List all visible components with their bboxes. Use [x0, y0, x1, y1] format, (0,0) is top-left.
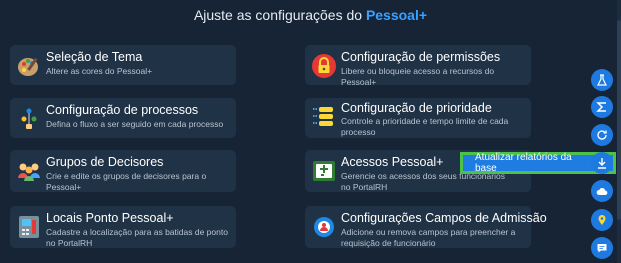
sigma-icon — [596, 102, 606, 112]
time-clock-icon — [19, 216, 39, 238]
page-title: Ajuste as configurações do Pessoal+ — [0, 7, 621, 23]
card-description: Defina o fluxo a ser seguido em cada pro… — [46, 119, 224, 129]
scrollbar-thumb[interactable] — [617, 20, 621, 220]
card-title: Configuração de prioridade — [341, 101, 492, 115]
card-permissions[interactable]: Configuração de permissões Libere ou blo… — [305, 45, 531, 87]
sum-button[interactable] — [591, 96, 613, 118]
chat-button[interactable] — [591, 237, 613, 259]
map-pin-icon — [598, 215, 606, 225]
card-title: Acessos Pessoal+ — [341, 155, 444, 169]
card-title: Seleção de Tema — [46, 50, 143, 64]
refresh-icon — [597, 130, 607, 140]
portal-access-icon — [313, 161, 335, 181]
card-description: Adicione ou remova campos para preencher… — [341, 227, 516, 248]
download-icon — [598, 158, 606, 169]
card-theme-selection[interactable]: Seleção de Tema Altere as cores do Pesso… — [10, 45, 236, 85]
card-title: Locais Ponto Pessoal+ — [46, 211, 174, 225]
card-decision-groups[interactable]: Grupos de Decisores Crie e edite os grup… — [10, 150, 236, 192]
refresh-button[interactable] — [591, 124, 613, 146]
cloud-button[interactable] — [591, 180, 613, 202]
card-processes[interactable]: Configuração de processos Defina o fluxo… — [10, 98, 236, 138]
cloud-icon — [596, 187, 608, 195]
card-description: Controle a prioridade e tempo limite de … — [341, 116, 509, 137]
card-admission-fields[interactable]: Configurações Campos de Admissão Adicion… — [305, 206, 547, 248]
card-title: Configuração de permissões — [341, 50, 501, 64]
palette-icon — [18, 57, 38, 76]
card-title: Configurações Campos de Admissão — [341, 211, 547, 225]
process-flow-icon — [21, 108, 37, 129]
card-description: Libere ou bloqueie acesso a recursos do … — [341, 66, 495, 87]
card-priority[interactable]: Configuração de prioridade Controle a pr… — [305, 98, 531, 138]
chat-icon — [597, 244, 607, 253]
priority-stack-icon — [313, 107, 333, 126]
card-description: Cadastre a localização para as batidas d… — [46, 227, 228, 248]
title-prefix: Ajuste as configurações do — [193, 7, 366, 23]
card-description: Crie e edite os grupos de decisores para… — [46, 171, 207, 192]
card-description: Altere as cores do Pessoal+ — [46, 66, 153, 76]
admission-gear-icon — [314, 217, 334, 237]
card-description: Gerencie os acessos dos seus funcionário… — [341, 171, 505, 192]
tooltip-label: Atualizar relatórios da base — [475, 152, 572, 174]
card-title: Grupos de Decisores — [46, 155, 164, 169]
lock-icon — [312, 54, 336, 78]
download-button[interactable] — [591, 152, 613, 174]
group-users-icon — [18, 163, 40, 181]
location-button[interactable] — [591, 209, 613, 231]
lab-button[interactable] — [591, 69, 613, 91]
card-title: Configuração de processos — [46, 103, 199, 117]
flask-icon — [597, 74, 607, 86]
card-time-clock-locations[interactable]: Locais Ponto Pessoal+ Cadastre a localiz… — [10, 206, 236, 248]
title-brand: Pessoal+ — [365, 7, 428, 23]
